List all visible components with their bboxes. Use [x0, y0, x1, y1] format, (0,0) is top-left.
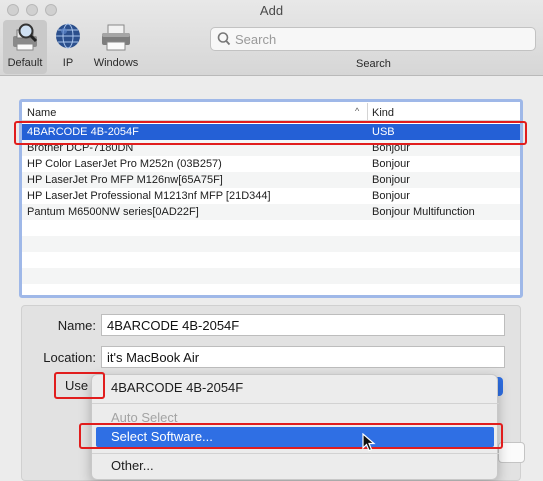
location-field[interactable]: [101, 346, 505, 368]
menu-item-label: Auto Select: [111, 410, 178, 425]
menu-item-printer-driver[interactable]: 4BARCODE 4B-2054F: [92, 378, 499, 398]
menu-separator: [92, 453, 499, 454]
menu-item-other[interactable]: Other...: [92, 456, 499, 476]
empty-row: [22, 236, 520, 252]
printer-row[interactable]: 4BARCODE 4B-2054F USB: [22, 124, 520, 140]
empty-row: [22, 220, 520, 236]
search-icon: [217, 31, 231, 50]
location-label: Location:: [43, 350, 96, 365]
toolbar-windows-button[interactable]: Windows: [90, 20, 142, 74]
printer-kind: Bonjour: [372, 174, 410, 186]
empty-row: [22, 268, 520, 284]
printer-name-field[interactable]: [101, 314, 505, 336]
printer-list-rows: 4BARCODE 4B-2054F USB Brother DCP-7180DN…: [22, 124, 520, 284]
column-divider[interactable]: [367, 103, 368, 120]
column-header-kind[interactable]: Kind: [372, 107, 394, 119]
printer-name: Brother DCP-7180DN: [27, 142, 134, 154]
printer-name: 4BARCODE 4B-2054F: [27, 126, 139, 138]
menu-item-label: 4BARCODE 4B-2054F: [111, 380, 244, 395]
printer-name: HP LaserJet Professional M1213nf MFP [21…: [27, 190, 271, 202]
toolbar-default-button[interactable]: Default: [3, 20, 47, 74]
printer-row[interactable]: HP LaserJet Professional M1213nf MFP [21…: [22, 188, 520, 204]
printer-row[interactable]: HP LaserJet Pro MFP M126nw[65A75F] Bonjo…: [22, 172, 520, 188]
printer-name: Pantum M6500NW series[0AD22F]: [27, 206, 199, 218]
printer-list[interactable]: Name ^ Kind 4BARCODE 4B-2054F USB Brothe…: [19, 99, 523, 298]
menu-separator: [92, 403, 499, 404]
empty-row: [22, 252, 520, 268]
search-input[interactable]: [235, 30, 525, 48]
use-dropdown-menu: 4BARCODE 4B-2054F Auto Select Select Sof…: [91, 374, 499, 480]
printer-name: HP Color LaserJet Pro M252n (03B257): [27, 158, 222, 170]
printer-name: HP LaserJet Pro MFP M126nw[65A75F]: [27, 174, 223, 186]
printer-list-header: Name ^ Kind: [22, 102, 520, 121]
printer-kind: USB: [372, 126, 395, 138]
window-toolbar: Add Default IP Windows Search Search: [0, 0, 543, 76]
printer-icon: [90, 22, 142, 55]
menu-item-label: Other...: [111, 458, 154, 473]
printer-kind: Bonjour Multifunction: [372, 206, 475, 218]
printer-row[interactable]: HP Color LaserJet Pro M252n (03B257) Bon…: [22, 156, 520, 172]
add-button[interactable]: [498, 442, 525, 463]
globe-icon: [52, 22, 84, 55]
toolbar-default-label: Default: [7, 57, 43, 69]
menu-item-auto-select: Auto Select: [92, 408, 499, 428]
printer-row[interactable]: Pantum M6500NW series[0AD22F] Bonjour Mu…: [22, 204, 520, 220]
sort-ascending-icon[interactable]: ^: [355, 106, 359, 116]
search-label: Search: [356, 58, 391, 70]
printer-kind: Bonjour: [372, 190, 410, 202]
menu-item-select-software[interactable]: Select Software...: [96, 427, 494, 447]
menu-item-label: Select Software...: [111, 429, 213, 444]
printer-search-icon: [3, 22, 47, 55]
mouse-cursor-icon: [362, 432, 376, 456]
search-field[interactable]: [210, 27, 536, 51]
name-label: Name:: [57, 318, 96, 333]
toolbar-windows-label: Windows: [93, 57, 139, 69]
toolbar-ip-button[interactable]: IP: [52, 20, 84, 74]
printer-kind: Bonjour: [372, 142, 410, 154]
printer-kind: Bonjour: [372, 158, 410, 170]
column-header-name[interactable]: Name: [27, 107, 56, 119]
window-title: Add: [259, 3, 284, 18]
printer-row[interactable]: Brother DCP-7180DN Bonjour: [22, 140, 520, 156]
toolbar-ip-label: IP: [62, 57, 74, 69]
